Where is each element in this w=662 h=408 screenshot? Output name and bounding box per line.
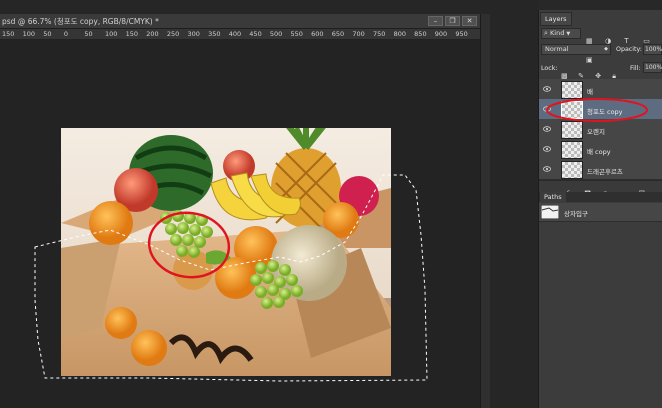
layers-bottom-toolbar: ∞ fx ◙ ◐ ▬ ❐ 🗑︎: [539, 180, 662, 217]
paths-tab[interactable]: Paths: [540, 192, 566, 202]
selection-overlay: [34, 174, 428, 382]
selection-marquee[interactable]: [34, 174, 428, 382]
path-name: 상자입구: [564, 210, 588, 218]
red-highlight-ellipse: [147, 211, 231, 279]
path-thumbnail: [541, 205, 559, 219]
workspace-gap: [490, 0, 538, 408]
red-highlight-ellipse-layer: [546, 98, 648, 122]
